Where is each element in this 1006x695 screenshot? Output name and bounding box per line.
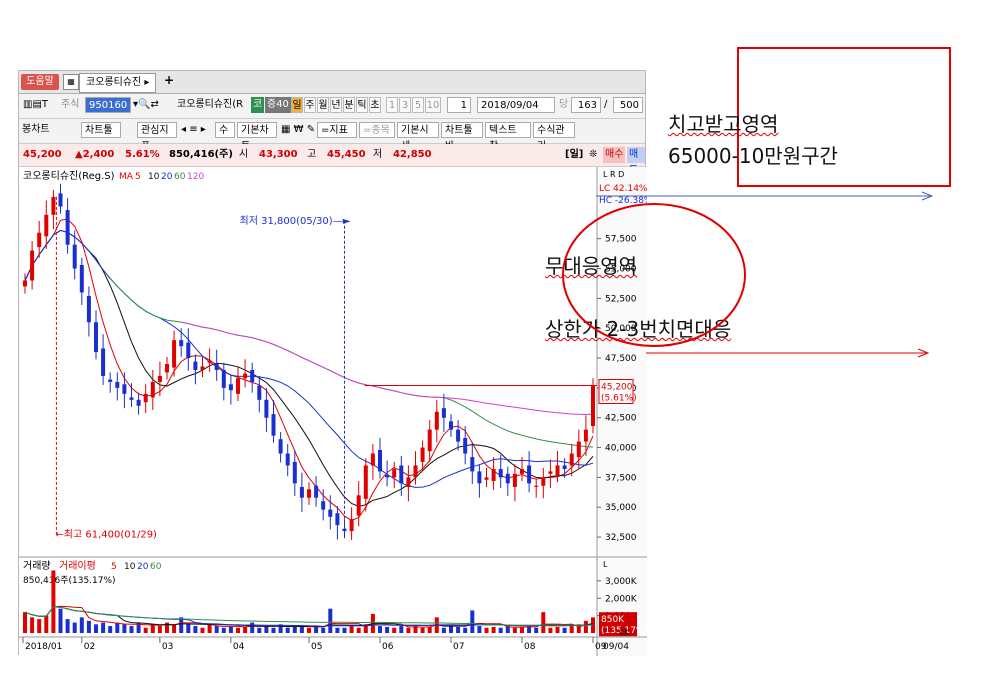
annotation-overlay — [562, 191, 934, 358]
no-action-ellipse — [562, 203, 746, 347]
